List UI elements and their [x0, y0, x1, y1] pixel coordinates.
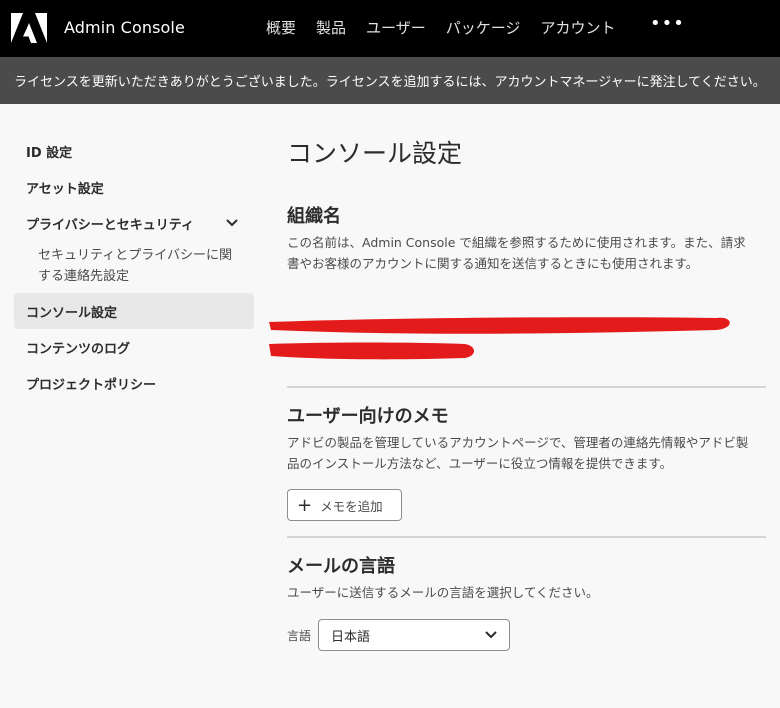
nav-overview[interactable]: 概要	[266, 17, 296, 38]
org-name-description: この名前は、Admin Console で組織を参照するために使用されます。また…	[287, 235, 746, 271]
user-memo-description: アドビの製品を管理しているアカウントページで、管理者の連絡先情報やアドビ製品のイ…	[287, 435, 749, 471]
sidebar-item-label: コンソール設定	[26, 305, 118, 321]
add-memo-button[interactable]: + メモを追加	[287, 489, 402, 521]
add-memo-label: メモを追加	[320, 498, 383, 514]
section-divider	[287, 536, 766, 538]
main-nav: 概要 製品 ユーザー パッケージ アカウント	[266, 17, 635, 38]
language-select[interactable]: 日本語	[318, 619, 510, 651]
sidebar-item-content-logs[interactable]: コンテンツのログ	[14, 329, 254, 365]
mail-language-description: ユーザーに送信するメールの言語を選択してください。	[287, 585, 599, 600]
sidebar-item-console-settings[interactable]: コンソール設定	[14, 293, 254, 329]
nav-account[interactable]: アカウント	[540, 17, 615, 38]
language-label: 言語	[287, 629, 312, 643]
org-name-heading: 組織名	[287, 206, 341, 227]
sidebar-item-label: コンテンツのログ	[26, 341, 131, 357]
page-title: コンソール設定	[287, 139, 463, 168]
user-memo-heading: ユーザー向けのメモ	[287, 406, 449, 427]
sidebar-item-id-settings[interactable]: ID 設定	[14, 133, 254, 169]
app-title[interactable]: Admin Console	[64, 18, 185, 37]
plus-icon: +	[297, 494, 313, 516]
nav-packages[interactable]: パッケージ	[446, 17, 521, 38]
sidebar-item-label: ID 設定	[26, 145, 73, 161]
language-selected-value: 日本語	[331, 629, 371, 645]
sidebar-item-label: アセット設定	[26, 181, 104, 197]
chevron-down-icon[interactable]	[226, 216, 238, 230]
settings-sidebar: ID 設定 アセット設定 プライバシーとセキュリティ セキュリティとプライバシー…	[14, 133, 254, 401]
sidebar-item-label: プライバシーとセキュリティ	[26, 217, 194, 233]
section-divider	[287, 386, 766, 388]
sidebar-item-asset-settings[interactable]: アセット設定	[14, 169, 254, 205]
redaction-mark	[269, 317, 730, 360]
main-content: コンソール設定 組織名 この名前は、Admin Console で組織を参照する…	[269, 134, 767, 651]
nav-products[interactable]: 製品	[316, 17, 346, 38]
sidebar-item-privacy-security[interactable]: プライバシーとセキュリティ	[14, 205, 254, 241]
sidebar-item-project-policy[interactable]: プロジェクトポリシー	[14, 365, 254, 401]
banner-text: ライセンスを更新いただきありがとうございました。ライセンスを追加するには、アカウ…	[14, 75, 766, 90]
more-menu-icon[interactable]: •••	[650, 13, 685, 34]
nav-users[interactable]: ユーザー	[366, 17, 426, 38]
license-banner: ライセンスを更新いただきありがとうございました。ライセンスを追加するには、アカウ…	[0, 57, 780, 104]
top-navigation-bar: Admin Console 概要 製品 ユーザー パッケージ アカウント •••	[0, 0, 780, 57]
sidebar-item-label: プロジェクトポリシー	[26, 377, 157, 393]
mail-language-heading: メールの言語	[287, 556, 395, 577]
chevron-down-icon	[485, 628, 497, 642]
adobe-logo-icon[interactable]	[11, 13, 47, 43]
sidebar-subitem-security-contacts[interactable]: セキュリティとプライバシーに関する連絡先設定	[14, 241, 254, 293]
